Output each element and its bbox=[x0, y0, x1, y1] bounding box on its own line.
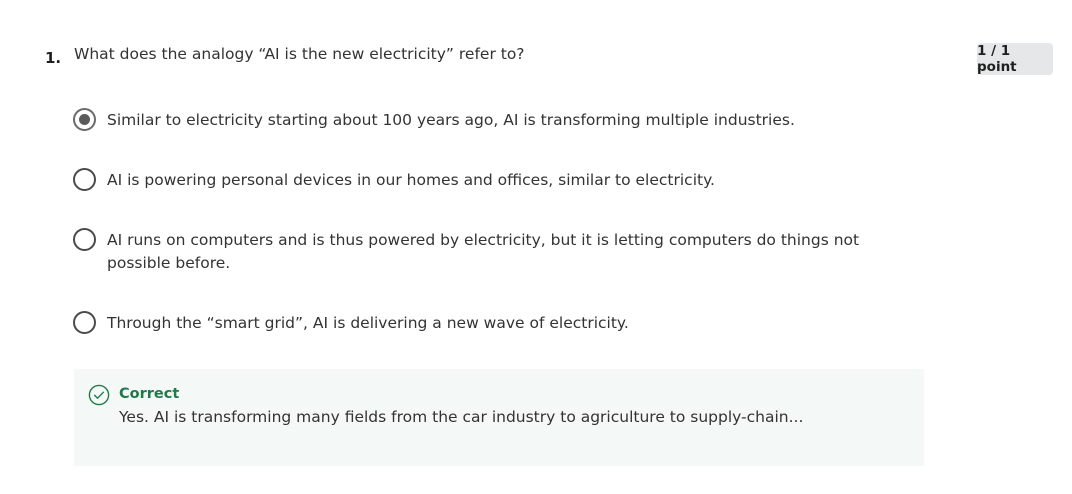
feedback-panel: Correct Yes. AI is transforming many fie… bbox=[74, 369, 924, 466]
feedback-status: Correct bbox=[119, 386, 180, 402]
check-circle-icon bbox=[88, 384, 110, 406]
radio-button[interactable] bbox=[73, 168, 96, 191]
question-number: 1. bbox=[45, 49, 62, 67]
radio-button[interactable] bbox=[73, 311, 96, 334]
radio-button[interactable] bbox=[73, 228, 96, 251]
answer-option-label: Similar to electricity starting about 10… bbox=[107, 111, 795, 129]
feedback-explanation: Yes. AI is transforming many fields from… bbox=[119, 408, 804, 426]
radio-button-selected[interactable] bbox=[73, 108, 96, 131]
answer-option-label: AI is powering personal devices in our h… bbox=[107, 171, 715, 189]
points-badge: 1 / 1 point bbox=[977, 43, 1053, 75]
question-text: What does the analogy “AI is the new ele… bbox=[74, 45, 525, 63]
answer-option-label: AI runs on computers and is thus powered… bbox=[107, 231, 860, 272]
answer-option-label: Through the “smart grid”, AI is deliveri… bbox=[107, 314, 629, 332]
